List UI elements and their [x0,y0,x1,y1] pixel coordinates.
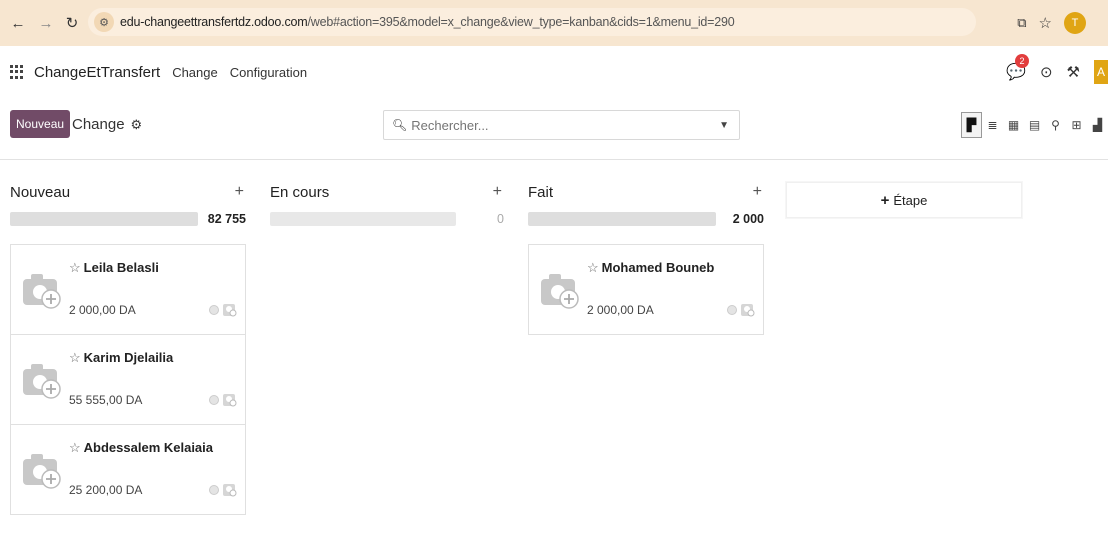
column-title[interactable]: Fait [528,184,553,201]
star-icon[interactable]: ☆ [69,350,81,365]
card-name: Abdessalem Kelaiaia [83,440,214,455]
add-stage-button[interactable]: + Étape [786,182,1022,218]
graph-view-icon[interactable]: ▟ [1087,112,1108,138]
activity-clock-icon[interactable]: ⊙ [1040,63,1053,81]
column-total: 2 000 [732,212,764,226]
card-amount: 2 000,00 DA [587,303,654,317]
browser-actions: ⧉ ☆ T [1017,12,1086,34]
camera-placeholder-icon [23,364,61,399]
star-icon[interactable]: ☆ [587,260,599,275]
breadcrumb: Change ⚙ [72,116,142,133]
status-dot-icon[interactable] [209,485,219,495]
star-icon[interactable]: ☆ [69,440,81,455]
card-title: ☆ Abdessalem Kelaiaia [69,440,213,456]
camera-placeholder-icon [541,274,579,309]
kanban-card[interactable]: ☆ Mohamed Bouneb 2 000,00 DA [528,244,764,335]
reload-icon[interactable]: ↻ [62,14,82,32]
kanban-card[interactable]: ☆ Karim Djelailia 55 555,00 DA [10,334,246,425]
card-title: ☆ Karim Djelailia [69,350,173,366]
column-header: Fait + [528,178,764,206]
add-card-plus-icon[interactable]: + [753,183,762,201]
user-placeholder-icon[interactable] [223,482,237,498]
user-placeholder-icon[interactable] [223,392,237,408]
card-title: ☆ Mohamed Bouneb [587,260,714,276]
add-stage-label: Étape [893,192,928,208]
card-list: ☆ Mohamed Bouneb 2 000,00 DA [528,244,764,335]
app-name[interactable]: ChangeEtTransfert [34,64,160,81]
search-icon: 🔍︎ [392,118,408,132]
kanban-view-icon[interactable]: ▛ [961,112,982,138]
kanban-card[interactable]: ☆ Leila Belasli 2 000,00 DA [10,244,246,335]
column-progress: 2 000 [528,206,764,232]
map-view-icon[interactable]: ⚲ [1045,112,1066,138]
url-text[interactable]: edu-changeettransfertdz.odoo.com/web#act… [120,15,735,29]
url-domain: edu-changeettransfertdz.odoo.com [120,15,308,29]
column-progress: 82 755 [10,206,246,232]
status-dot-icon[interactable] [209,395,219,405]
install-app-icon[interactable]: ⧉ [1017,15,1026,31]
star-icon[interactable]: ☆ [69,260,81,275]
plus-icon: + [880,191,890,209]
pivot-view-icon[interactable]: ⊞ [1066,112,1087,138]
add-card-plus-icon[interactable]: + [235,183,244,201]
kanban-column-en-cours: En cours + 0 [270,178,504,232]
add-card-plus-icon[interactable]: + [493,183,502,201]
column-progress: 0 [270,206,504,232]
column-header: En cours + [270,178,504,206]
apps-menu-icon[interactable] [10,65,24,79]
search-input[interactable] [411,117,712,133]
main-navbar: ChangeEtTransfert Change Configuration 💬… [0,46,1108,98]
status-dot-icon[interactable] [727,305,737,315]
calendar-view-icon[interactable]: ▦ [1003,112,1024,138]
menu-configuration[interactable]: Configuration [230,65,307,80]
systray: 💬 2 ⊙ ⚒ A [1006,54,1108,84]
browser-toolbar: ← → ↻ ⚙ edu-changeettransfertdz.odoo.com… [0,0,1108,46]
discuss-icon[interactable]: 💬 2 [1006,54,1030,82]
kanban-column-nouveau: Nouveau + 82 755 ☆ Leila Belasli 2 000,00… [10,178,246,515]
new-button[interactable]: Nouveau [10,110,71,138]
camera-placeholder-icon [23,454,61,489]
forward-arrow-icon[interactable]: → [36,15,56,32]
breadcrumb-current: Change [72,116,125,133]
card-name: Karim Djelailia [83,350,174,365]
search-box: 🔍︎ ▼ [383,110,740,140]
browser-profile-avatar[interactable]: T [1064,12,1086,34]
column-total: 82 755 [207,212,246,226]
site-settings-icon[interactable]: ⚙ [94,12,114,32]
control-panel: Nouveau Change ⚙ 🔍︎ ▼ ▛ ≣ ▦ ▤ ⚲ ⊞ ▟ [0,98,1108,160]
progress-bar[interactable] [528,212,716,226]
back-arrow-icon[interactable]: ← [8,15,28,32]
search-options-caret-icon[interactable]: ▼ [719,120,729,131]
progress-bar[interactable] [10,212,198,226]
card-amount: 2 000,00 DA [69,303,136,317]
column-title[interactable]: Nouveau [10,184,70,201]
address-bar[interactable]: ⚙ edu-changeettransfertdz.odoo.com/web#a… [88,8,976,36]
progress-bar[interactable] [270,212,456,226]
kanban-column-fait: Fait + 2 000 ☆ Mohamed Bouneb 2 000,00 DA [528,178,764,335]
card-name: Mohamed Bouneb [601,260,715,275]
bookmark-star-icon[interactable]: ☆ [1039,14,1052,32]
user-placeholder-icon[interactable] [223,302,237,318]
form-view-icon[interactable]: ▤ [1024,112,1045,138]
column-title[interactable]: En cours [270,184,329,201]
status-dot-icon[interactable] [209,305,219,315]
column-header: Nouveau + [10,178,246,206]
card-name: Leila Belasli [83,260,159,275]
card-amount: 55 555,00 DA [69,393,143,407]
camera-placeholder-icon [23,274,61,309]
card-list: ☆ Leila Belasli 2 000,00 DA ☆ Karim Djelai… [10,244,246,515]
view-switcher: ▛ ≣ ▦ ▤ ⚲ ⊞ ▟ [961,112,1108,138]
card-title: ☆ Leila Belasli [69,260,159,276]
user-placeholder-icon[interactable] [741,302,755,318]
menu-change[interactable]: Change [172,65,218,80]
chat-badge: 2 [1015,54,1030,68]
list-view-icon[interactable]: ≣ [982,112,1003,138]
column-total: 0 [497,212,504,226]
debug-tools-icon[interactable]: ⚒ [1067,63,1080,81]
card-amount: 25 200,00 DA [69,483,143,497]
gear-icon[interactable]: ⚙ [131,117,143,133]
user-avatar[interactable]: A [1094,60,1108,84]
url-path: /web#action=395&model=x_change&view_type… [307,15,735,29]
kanban-card[interactable]: ☆ Abdessalem Kelaiaia 25 200,00 DA [10,424,246,515]
